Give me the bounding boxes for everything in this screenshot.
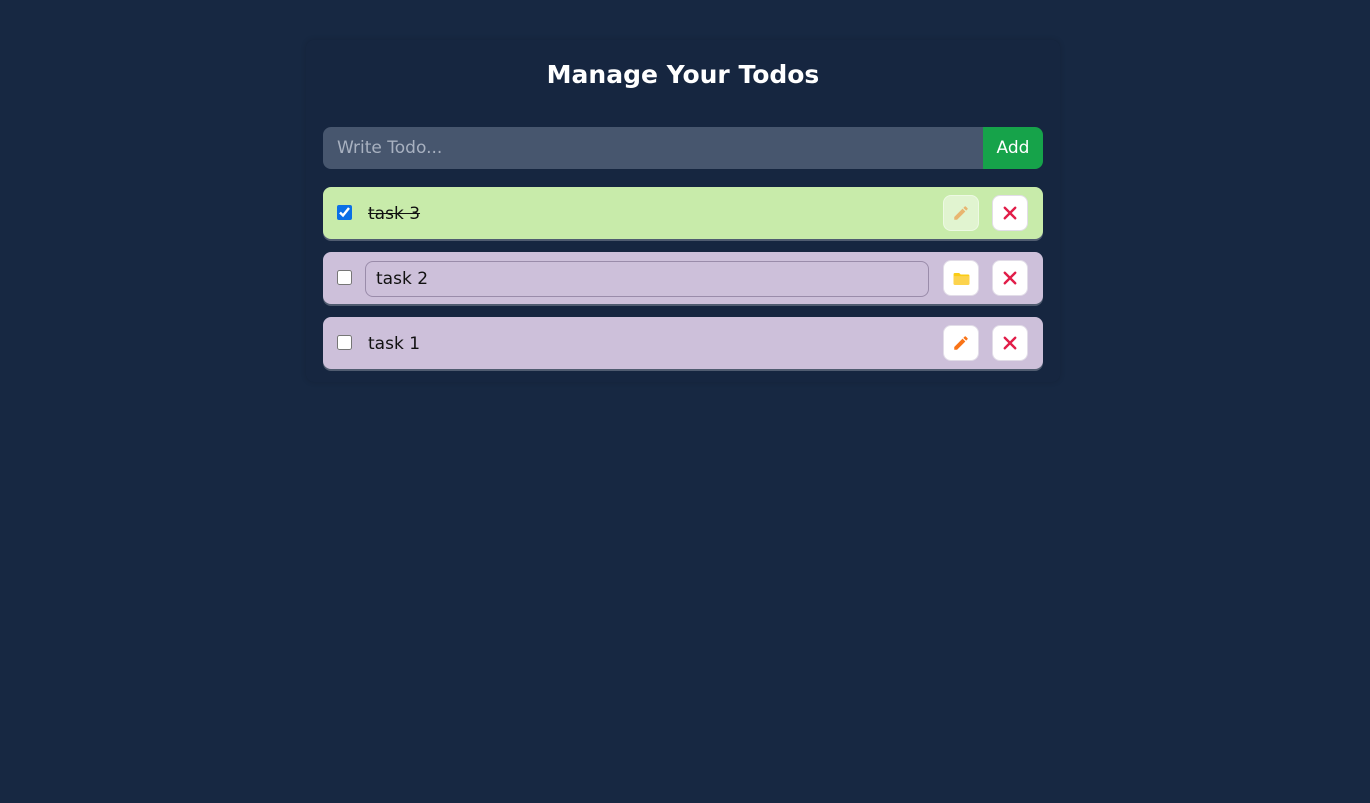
- page-title: Manage Your Todos: [546, 60, 820, 89]
- save-button[interactable]: [943, 260, 979, 296]
- close-icon: [1003, 271, 1017, 285]
- delete-button[interactable]: [992, 195, 1028, 231]
- close-icon: [1003, 336, 1017, 350]
- pencil-icon: [954, 336, 968, 350]
- edit-button[interactable]: [943, 325, 979, 361]
- todo-text[interactable]: [365, 326, 929, 362]
- todo-list: [323, 187, 1043, 382]
- todo-item: [323, 252, 1043, 304]
- todo-text[interactable]: [365, 261, 929, 297]
- delete-button[interactable]: [992, 260, 1028, 296]
- close-icon: [1003, 206, 1017, 220]
- delete-button[interactable]: [992, 325, 1028, 361]
- todo-panel: Manage Your Todos Add: [306, 40, 1060, 382]
- add-todo-form: Add: [323, 127, 1043, 169]
- pencil-icon: [954, 206, 968, 220]
- todo-complete-checkbox[interactable]: [337, 270, 352, 285]
- todo-complete-checkbox[interactable]: [337, 335, 352, 350]
- todo-input[interactable]: [323, 127, 983, 169]
- add-button[interactable]: Add: [983, 127, 1043, 169]
- todo-item: [323, 187, 1043, 239]
- edit-button[interactable]: [943, 195, 979, 231]
- folder-icon: [953, 272, 969, 285]
- todo-complete-checkbox[interactable]: [337, 205, 352, 220]
- todo-item: [323, 317, 1043, 369]
- todo-text[interactable]: [365, 196, 929, 232]
